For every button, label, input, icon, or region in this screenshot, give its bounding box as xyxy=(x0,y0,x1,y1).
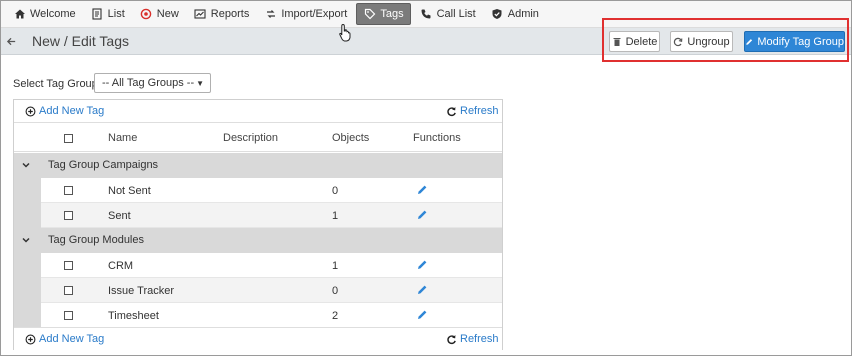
nav-tags-label: Tags xyxy=(380,8,404,20)
row-indent xyxy=(14,203,41,228)
refresh-icon xyxy=(445,333,457,345)
edit-pencil-icon[interactable] xyxy=(417,209,428,220)
edit-pencil-icon[interactable] xyxy=(417,309,428,320)
column-header-objects[interactable]: Objects xyxy=(332,132,369,144)
table-row: Timesheet 2 xyxy=(14,303,502,328)
nav-import-export[interactable]: Import/Export xyxy=(258,3,353,25)
reports-icon xyxy=(194,8,207,21)
tag-objects: 0 xyxy=(332,285,339,297)
tags-grid: Add New Tag Refresh Name Description Obj… xyxy=(13,99,503,350)
row-checkbox[interactable] xyxy=(64,311,73,320)
select-all-checkbox[interactable] xyxy=(64,134,73,143)
chevron-down-icon[interactable] xyxy=(21,160,31,170)
nav-call-list[interactable]: Call List xyxy=(414,3,482,25)
row-indent xyxy=(14,178,41,203)
row-checkbox[interactable] xyxy=(64,286,73,295)
tag-objects: 0 xyxy=(332,185,339,197)
tag-icon xyxy=(363,8,376,21)
tag-name: Issue Tracker xyxy=(108,285,175,297)
refresh-icon xyxy=(445,105,457,117)
page-title: New / Edit Tags xyxy=(32,33,130,49)
grid-header-row: Name Description Objects Functions xyxy=(14,124,502,152)
back-arrow-icon[interactable] xyxy=(4,36,18,47)
nav-tags[interactable]: Tags xyxy=(356,3,411,25)
tag-name: Sent xyxy=(108,210,131,222)
table-row: Issue Tracker 0 xyxy=(14,278,502,303)
chevron-down-icon[interactable] xyxy=(21,235,31,245)
tag-group-title: Tag Group Campaigns xyxy=(48,159,159,171)
add-new-tag-top-label: Add New Tag xyxy=(39,105,105,117)
import-export-icon xyxy=(264,8,277,21)
add-new-tag-bottom-label: Add New Tag xyxy=(39,333,105,345)
tag-objects: 1 xyxy=(332,210,339,222)
nav-reports[interactable]: Reports xyxy=(188,3,256,25)
tag-group-select[interactable]: -- All Tag Groups -- ▼ xyxy=(94,73,211,93)
refresh-top-label: Refresh xyxy=(460,105,499,117)
table-row: CRM 1 xyxy=(14,253,502,278)
tag-name: Not Sent xyxy=(108,185,151,197)
add-circle-icon xyxy=(24,105,36,117)
table-row: Not Sent 0 xyxy=(14,178,502,203)
delete-button-label: Delete xyxy=(625,35,658,48)
grid-top-toolbar: Add New Tag Refresh xyxy=(14,100,502,123)
nav-reports-label: Reports xyxy=(210,8,250,20)
column-header-description[interactable]: Description xyxy=(223,132,278,144)
tag-objects: 1 xyxy=(332,260,339,272)
nav-list[interactable]: List xyxy=(85,3,131,25)
nav-welcome[interactable]: Welcome xyxy=(7,3,82,25)
grid-bottom-toolbar: Add New Tag Refresh xyxy=(14,327,502,350)
add-new-tag-bottom-link[interactable]: Add New Tag xyxy=(24,333,104,345)
delete-button[interactable]: Delete xyxy=(609,31,660,52)
row-checkbox[interactable] xyxy=(64,261,73,270)
home-icon xyxy=(13,8,26,21)
nav-new[interactable]: New xyxy=(134,3,185,25)
new-circle-icon xyxy=(140,8,153,21)
shield-icon xyxy=(491,8,504,21)
tag-group-title: Tag Group Modules xyxy=(48,234,144,246)
row-checkbox[interactable] xyxy=(64,186,73,195)
modify-tag-group-button[interactable]: Modify Tag Group xyxy=(744,31,845,52)
row-indent xyxy=(14,278,41,303)
ungroup-button-label: Ungroup xyxy=(687,35,730,48)
refresh-top-link[interactable]: Refresh xyxy=(445,105,499,117)
pencil-icon xyxy=(746,38,753,45)
modify-tag-group-label: Modify Tag Group xyxy=(757,35,844,48)
caret-down-icon: ▼ xyxy=(196,79,204,88)
refresh-bottom-label: Refresh xyxy=(460,333,499,345)
row-checkbox[interactable] xyxy=(64,211,73,220)
nav-new-label: New xyxy=(156,8,179,20)
tag-objects: 2 xyxy=(332,310,339,322)
nav-welcome-label: Welcome xyxy=(30,8,76,20)
trash-icon xyxy=(613,37,621,46)
row-indent xyxy=(14,253,41,278)
tag-group-filter-label: Select Tag Group xyxy=(13,78,98,90)
nav-admin-label: Admin xyxy=(507,8,539,20)
tag-group-row: Tag Group Campaigns xyxy=(14,153,502,178)
refresh-bottom-link[interactable]: Refresh xyxy=(445,333,499,345)
column-header-name[interactable]: Name xyxy=(108,132,137,144)
ungroup-icon xyxy=(674,37,683,46)
phone-icon xyxy=(420,8,433,21)
list-icon xyxy=(91,8,104,21)
edit-pencil-icon[interactable] xyxy=(417,284,428,295)
ungroup-button[interactable]: Ungroup xyxy=(670,31,733,52)
add-new-tag-top-link[interactable]: Add New Tag xyxy=(24,105,104,117)
tag-group-row: Tag Group Modules xyxy=(14,228,502,253)
tag-name: Timesheet xyxy=(108,310,159,322)
hand-cursor-icon xyxy=(339,23,351,42)
column-header-functions: Functions xyxy=(413,132,461,144)
nav-list-label: List xyxy=(107,8,125,20)
tag-name: CRM xyxy=(108,260,134,272)
edit-pencil-icon[interactable] xyxy=(417,259,428,270)
nav-call-list-label: Call List xyxy=(436,8,476,20)
add-circle-icon xyxy=(24,333,36,345)
edit-pencil-icon[interactable] xyxy=(417,184,428,195)
nav-import-export-label: Import/Export xyxy=(281,8,348,20)
nav-admin[interactable]: Admin xyxy=(485,3,545,25)
row-indent xyxy=(14,303,41,328)
table-row: Sent 1 xyxy=(14,203,502,228)
tag-group-select-value: -- All Tag Groups -- xyxy=(102,77,195,89)
